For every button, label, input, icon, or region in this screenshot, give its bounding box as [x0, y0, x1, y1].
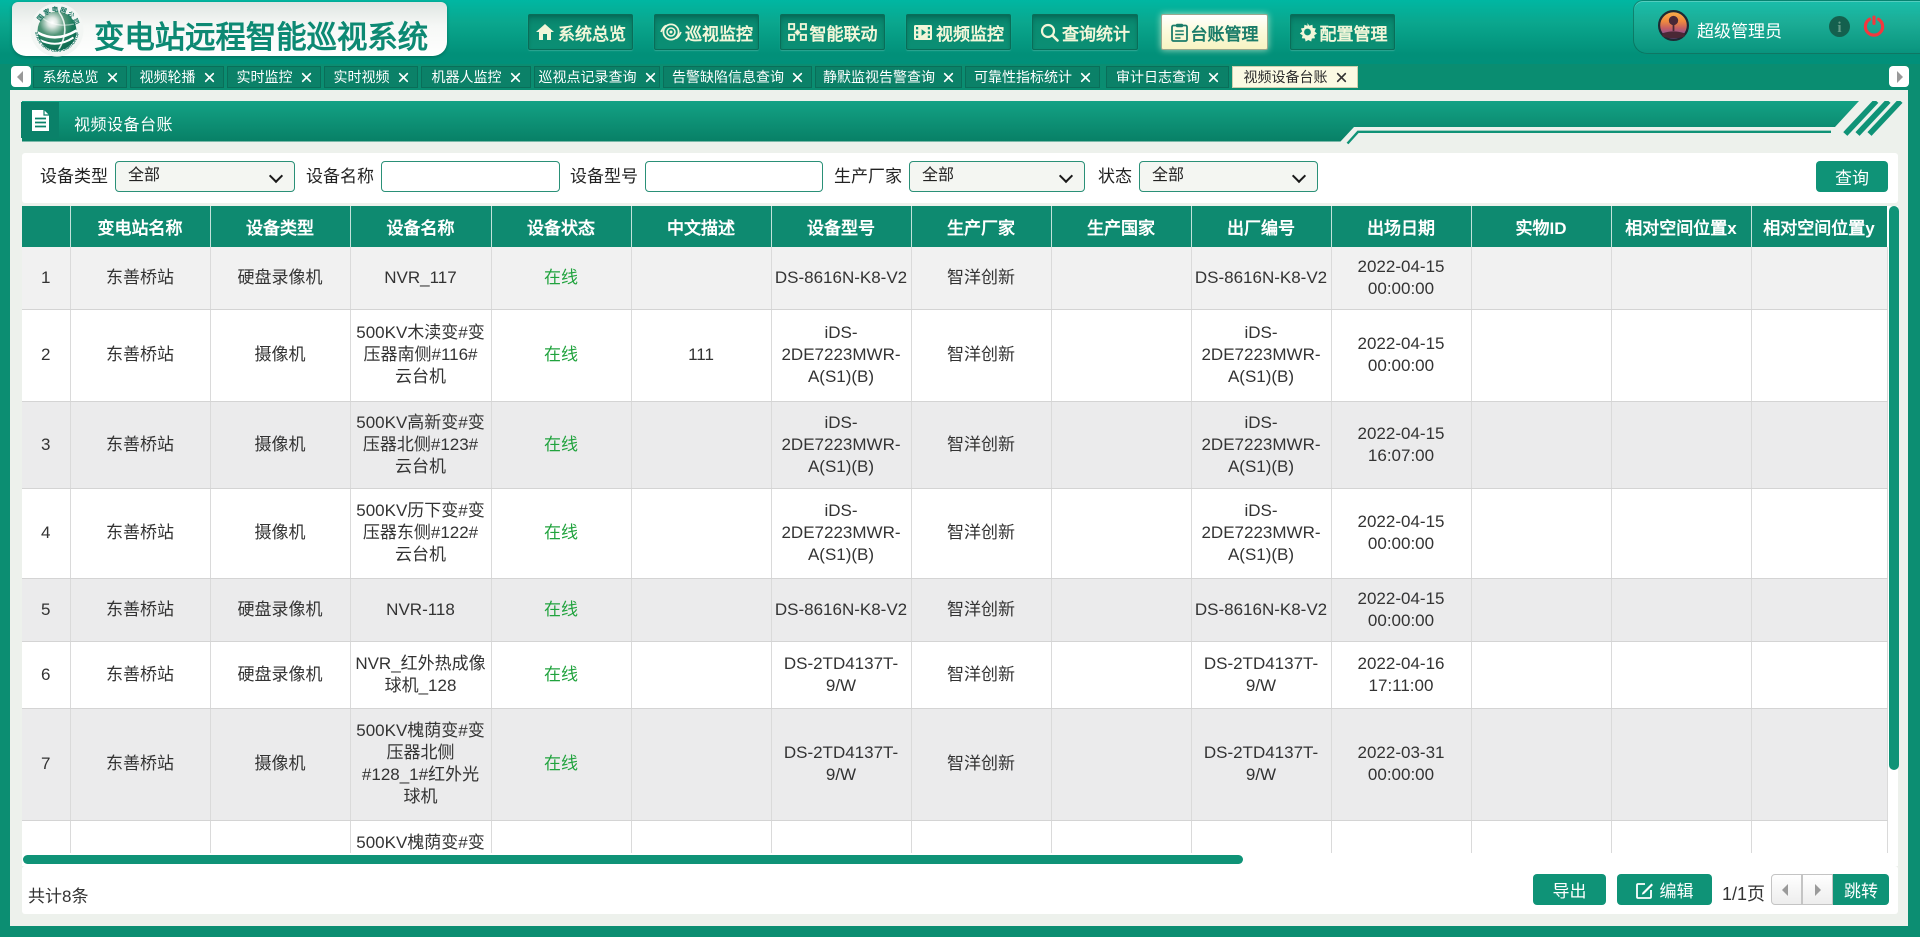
svg-text:i: i: [1837, 20, 1841, 36]
